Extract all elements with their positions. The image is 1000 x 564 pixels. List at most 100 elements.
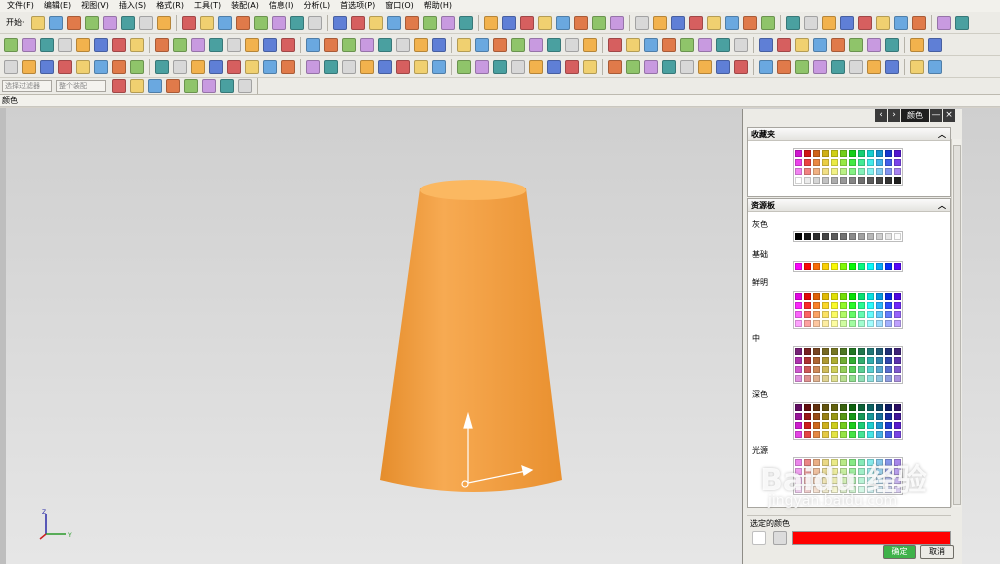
color-swatch[interactable]	[858, 263, 865, 270]
color-swatch[interactable]	[813, 263, 820, 270]
color-swatch[interactable]	[804, 168, 811, 175]
toolbar-tool-icon[interactable]	[130, 79, 144, 93]
color-swatch[interactable]	[876, 233, 883, 240]
toolbar-tool-icon[interactable]	[58, 59, 72, 74]
toolbar-tool-icon[interactable]	[414, 37, 428, 52]
color-swatch[interactable]	[894, 293, 901, 300]
color-swatch[interactable]	[876, 431, 883, 438]
color-swatch[interactable]	[831, 168, 838, 175]
color-swatch[interactable]	[840, 375, 847, 382]
color-swatch[interactable]	[804, 177, 811, 184]
color-swatch[interactable]	[840, 320, 847, 327]
color-swatch[interactable]	[885, 320, 892, 327]
color-swatch[interactable]	[831, 159, 838, 166]
toolbar-tool-icon[interactable]	[795, 59, 809, 74]
color-swatch[interactable]	[795, 375, 802, 382]
arrow-right-icon[interactable]: ›	[888, 109, 900, 122]
toolbar-tool-icon[interactable]	[785, 15, 800, 30]
toolbar-tool-icon[interactable]	[803, 15, 818, 30]
color-swatch[interactable]	[894, 233, 901, 240]
toolbar-tool-icon[interactable]	[4, 37, 18, 52]
color-swatch[interactable]	[822, 422, 829, 429]
color-swatch[interactable]	[867, 375, 874, 382]
color-swatch[interactable]	[840, 422, 847, 429]
color-swatch[interactable]	[813, 375, 820, 382]
toolbar-tool-icon[interactable]	[148, 79, 162, 93]
color-swatch[interactable]	[831, 150, 838, 157]
menu-help[interactable]: 帮助(H)	[419, 0, 457, 12]
toolbar-tool-icon[interactable]	[831, 59, 845, 74]
color-swatch[interactable]	[795, 263, 802, 270]
toolbar-tool-icon[interactable]	[475, 59, 489, 74]
color-swatch[interactable]	[867, 302, 874, 309]
toolbar-tool-icon[interactable]	[253, 15, 268, 30]
color-swatch[interactable]	[849, 366, 856, 373]
color-swatch[interactable]	[795, 348, 802, 355]
toolbar-tool-icon[interactable]	[795, 37, 809, 52]
toolbar-tool-icon[interactable]	[368, 15, 383, 30]
toolbar-tool-icon[interactable]	[609, 15, 624, 30]
color-swatch[interactable]	[840, 366, 847, 373]
toolbar-tool-icon[interactable]	[263, 37, 277, 52]
toolbar-tool-icon[interactable]	[831, 37, 845, 52]
toolbar-tool-icon[interactable]	[396, 59, 410, 74]
color-swatch[interactable]	[849, 357, 856, 364]
assembly-filter-select[interactable]: 整个装配	[56, 80, 106, 92]
color-swatch[interactable]	[822, 348, 829, 355]
color-swatch[interactable]	[822, 168, 829, 175]
menu-analysis[interactable]: 分析(L)	[298, 0, 335, 12]
color-swatch[interactable]	[831, 311, 838, 318]
toolbar-tool-icon[interactable]	[378, 37, 392, 52]
color-swatch[interactable]	[885, 357, 892, 364]
color-swatch[interactable]	[804, 159, 811, 166]
toolbar-tool-icon[interactable]	[511, 59, 525, 74]
toolbar-tool-icon[interactable]	[120, 15, 135, 30]
toolbar-tool-icon[interactable]	[289, 15, 304, 30]
color-swatch[interactable]	[822, 302, 829, 309]
toolbar-tool-icon[interactable]	[94, 37, 108, 52]
toolbar-tool-icon[interactable]	[40, 37, 54, 52]
color-swatch[interactable]	[858, 168, 865, 175]
toolbar-tool-icon[interactable]	[378, 59, 392, 74]
color-swatch[interactable]	[840, 311, 847, 318]
toolbar-tool-icon[interactable]	[954, 15, 969, 30]
color-swatch[interactable]	[867, 159, 874, 166]
color-swatch[interactable]	[876, 348, 883, 355]
toolbar-tool-icon[interactable]	[173, 37, 187, 52]
selected-color-swatch[interactable]	[792, 531, 951, 545]
toolbar-tool-icon[interactable]	[936, 15, 951, 30]
toolbar-tool-icon[interactable]	[245, 59, 259, 74]
toolbar-tool-icon[interactable]	[910, 37, 924, 52]
color-swatch[interactable]	[795, 168, 802, 175]
toolbar-tool-icon[interactable]	[342, 59, 356, 74]
toolbar-tool-icon[interactable]	[422, 15, 437, 30]
toolbar-tool-icon[interactable]	[202, 79, 216, 93]
color-swatch[interactable]	[831, 375, 838, 382]
toolbar-tool-icon[interactable]	[458, 15, 473, 30]
color-swatch[interactable]	[858, 348, 865, 355]
toolbar-tool-icon[interactable]	[4, 59, 18, 74]
color-swatch[interactable]	[849, 302, 856, 309]
color-swatch[interactable]	[822, 293, 829, 300]
color-swatch[interactable]	[885, 311, 892, 318]
color-swatch[interactable]	[795, 159, 802, 166]
toolbar-tool-icon[interactable]	[529, 59, 543, 74]
toolbar-tool-icon[interactable]	[414, 59, 428, 74]
color-swatch[interactable]	[822, 413, 829, 420]
toolbar-tool-icon[interactable]	[716, 59, 730, 74]
toolbar-tool-icon[interactable]	[271, 15, 286, 30]
toolbar-tool-icon[interactable]	[404, 15, 419, 30]
toolbar-tool-icon[interactable]	[734, 59, 748, 74]
menu-window[interactable]: 窗口(O)	[380, 0, 419, 12]
color-swatch[interactable]	[795, 311, 802, 318]
toolbar-tool-icon[interactable]	[511, 37, 525, 52]
color-swatch[interactable]	[894, 431, 901, 438]
color-swatch[interactable]	[876, 357, 883, 364]
color-swatch[interactable]	[885, 366, 892, 373]
menu-assembly[interactable]: 装配(A)	[226, 0, 264, 12]
toolbar-tool-icon[interactable]	[583, 59, 597, 74]
toolbar-tool-icon[interactable]	[184, 79, 198, 93]
color-swatch[interactable]	[822, 404, 829, 411]
color-swatch[interactable]	[858, 357, 865, 364]
toolbar-tool-icon[interactable]	[608, 59, 622, 74]
